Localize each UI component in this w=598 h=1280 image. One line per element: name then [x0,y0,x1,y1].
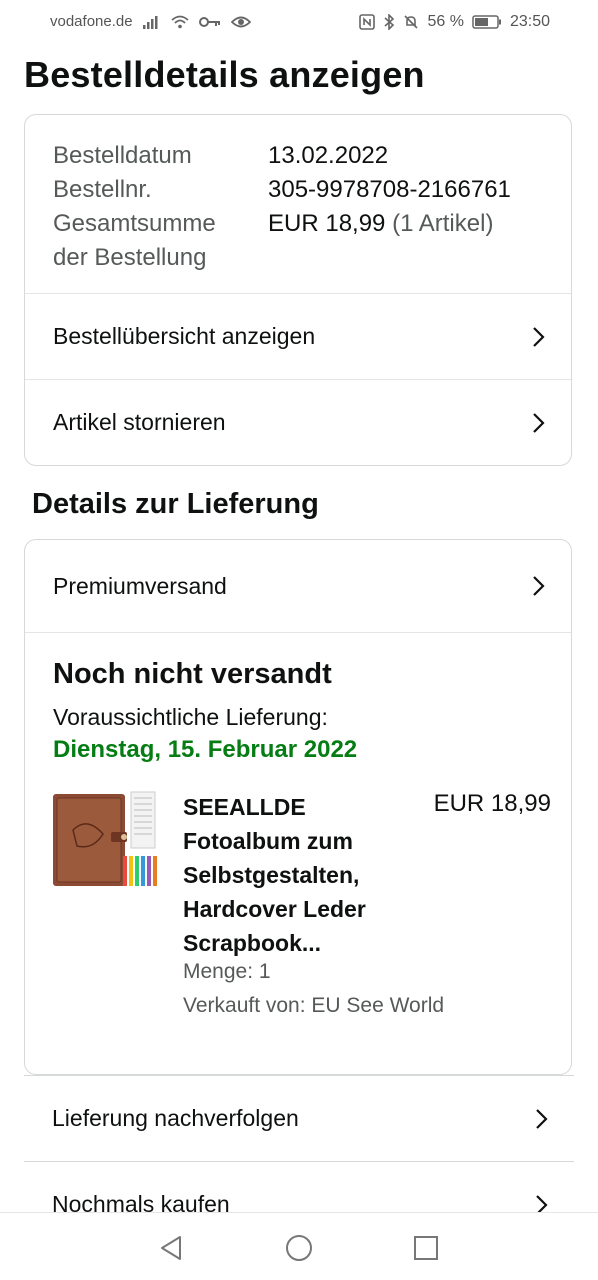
shipping-method-label: Premiumversand [53,572,227,599]
order-date-label: Bestelldatum [53,142,192,169]
order-date-value: 13.02.2022 [268,142,389,169]
order-number-value: 305-9978708-2166761 [268,176,511,203]
product-title-line: Fotoalbum zum [183,828,353,854]
product-title-line: Hardcover Leder [183,896,366,922]
track-delivery-link[interactable]: Lieferung nachverfolgen [24,1075,574,1161]
order-total-label-line1: Gesamtsumme [53,210,216,237]
order-total-items: (1 Artikel) [392,210,494,237]
back-icon[interactable] [156,1233,186,1263]
product-seller: Verkauft von: EU See World [183,994,445,1017]
order-total-amount: EUR 18,99 [268,210,386,237]
track-delivery-label: Lieferung nachverfolgen [52,1105,299,1131]
chevron-right-icon [536,1108,548,1129]
order-total-label-line2: der Bestellung [53,244,207,271]
view-order-summary-label: Bestellübersicht anzeigen [53,323,316,349]
product-image[interactable] [53,790,159,894]
page-title: Bestelldetails anzeigen [24,54,425,95]
bell-off-icon [403,14,419,30]
view-order-summary-link[interactable]: Bestellübersicht anzeigen [25,293,571,379]
cancel-items-label: Artikel stornieren [53,409,226,435]
delivery-section-title: Details zur Lieferung [32,488,319,520]
shipping-method-link[interactable]: Premiumversand [25,540,571,632]
order-info: Bestelldatum 13.02.2022 Bestellnr. 305-9… [53,139,511,275]
product-title-line: Scrapbook... [183,930,322,956]
carrier-name: vodafone.de [50,13,133,30]
product-quantity: Menge: 1 [183,960,271,983]
clock: 23:50 [509,13,550,30]
battery-icon [472,15,502,29]
order-number-label: Bestellnr. [53,176,152,203]
eta-label: Voraussichtliche Lieferung: [53,704,328,730]
recents-icon[interactable] [411,1233,441,1263]
eta-date: Dienstag, 15. Februar 2022 [53,736,358,763]
eye-icon [230,15,251,29]
divider [25,632,571,633]
key-icon [198,16,221,28]
wifi-icon [170,15,189,29]
shipping-status: Noch nicht versandt [53,658,332,690]
bluetooth-icon [383,14,395,30]
cancel-items-link[interactable]: Artikel stornieren [25,379,571,465]
order-total-value: EUR 18,99 (1 Artikel) [268,207,493,275]
nfc-icon [359,14,376,30]
order-summary-card: Bestelldatum 13.02.2022 Bestellnr. 305-9… [24,114,572,466]
screen: vodafone.de 56 % 23:50 Bestelldetails an… [0,0,598,1280]
product-title[interactable]: SEEALLDE Fotoalbum zum Selbstgestalten, … [183,790,413,960]
product-price: EUR 18,99 [433,790,551,817]
order-total-label: Gesamtsumme der Bestellung [53,207,268,275]
chevron-right-icon [533,326,545,347]
home-icon[interactable] [284,1233,314,1263]
product-title-line: Selbstgestalten, [183,862,360,888]
battery-percent: 56 % [427,13,464,30]
system-nav-bar [0,1212,598,1280]
status-bar: vodafone.de 56 % 23:50 [0,0,598,46]
signal-icon [142,15,161,29]
delivery-card: Premiumversand Noch nicht versandt Vorau… [24,539,572,1075]
chevron-right-icon [533,412,545,433]
product-title-line: SEEALLDE [183,794,306,820]
chevron-right-icon [533,576,545,596]
